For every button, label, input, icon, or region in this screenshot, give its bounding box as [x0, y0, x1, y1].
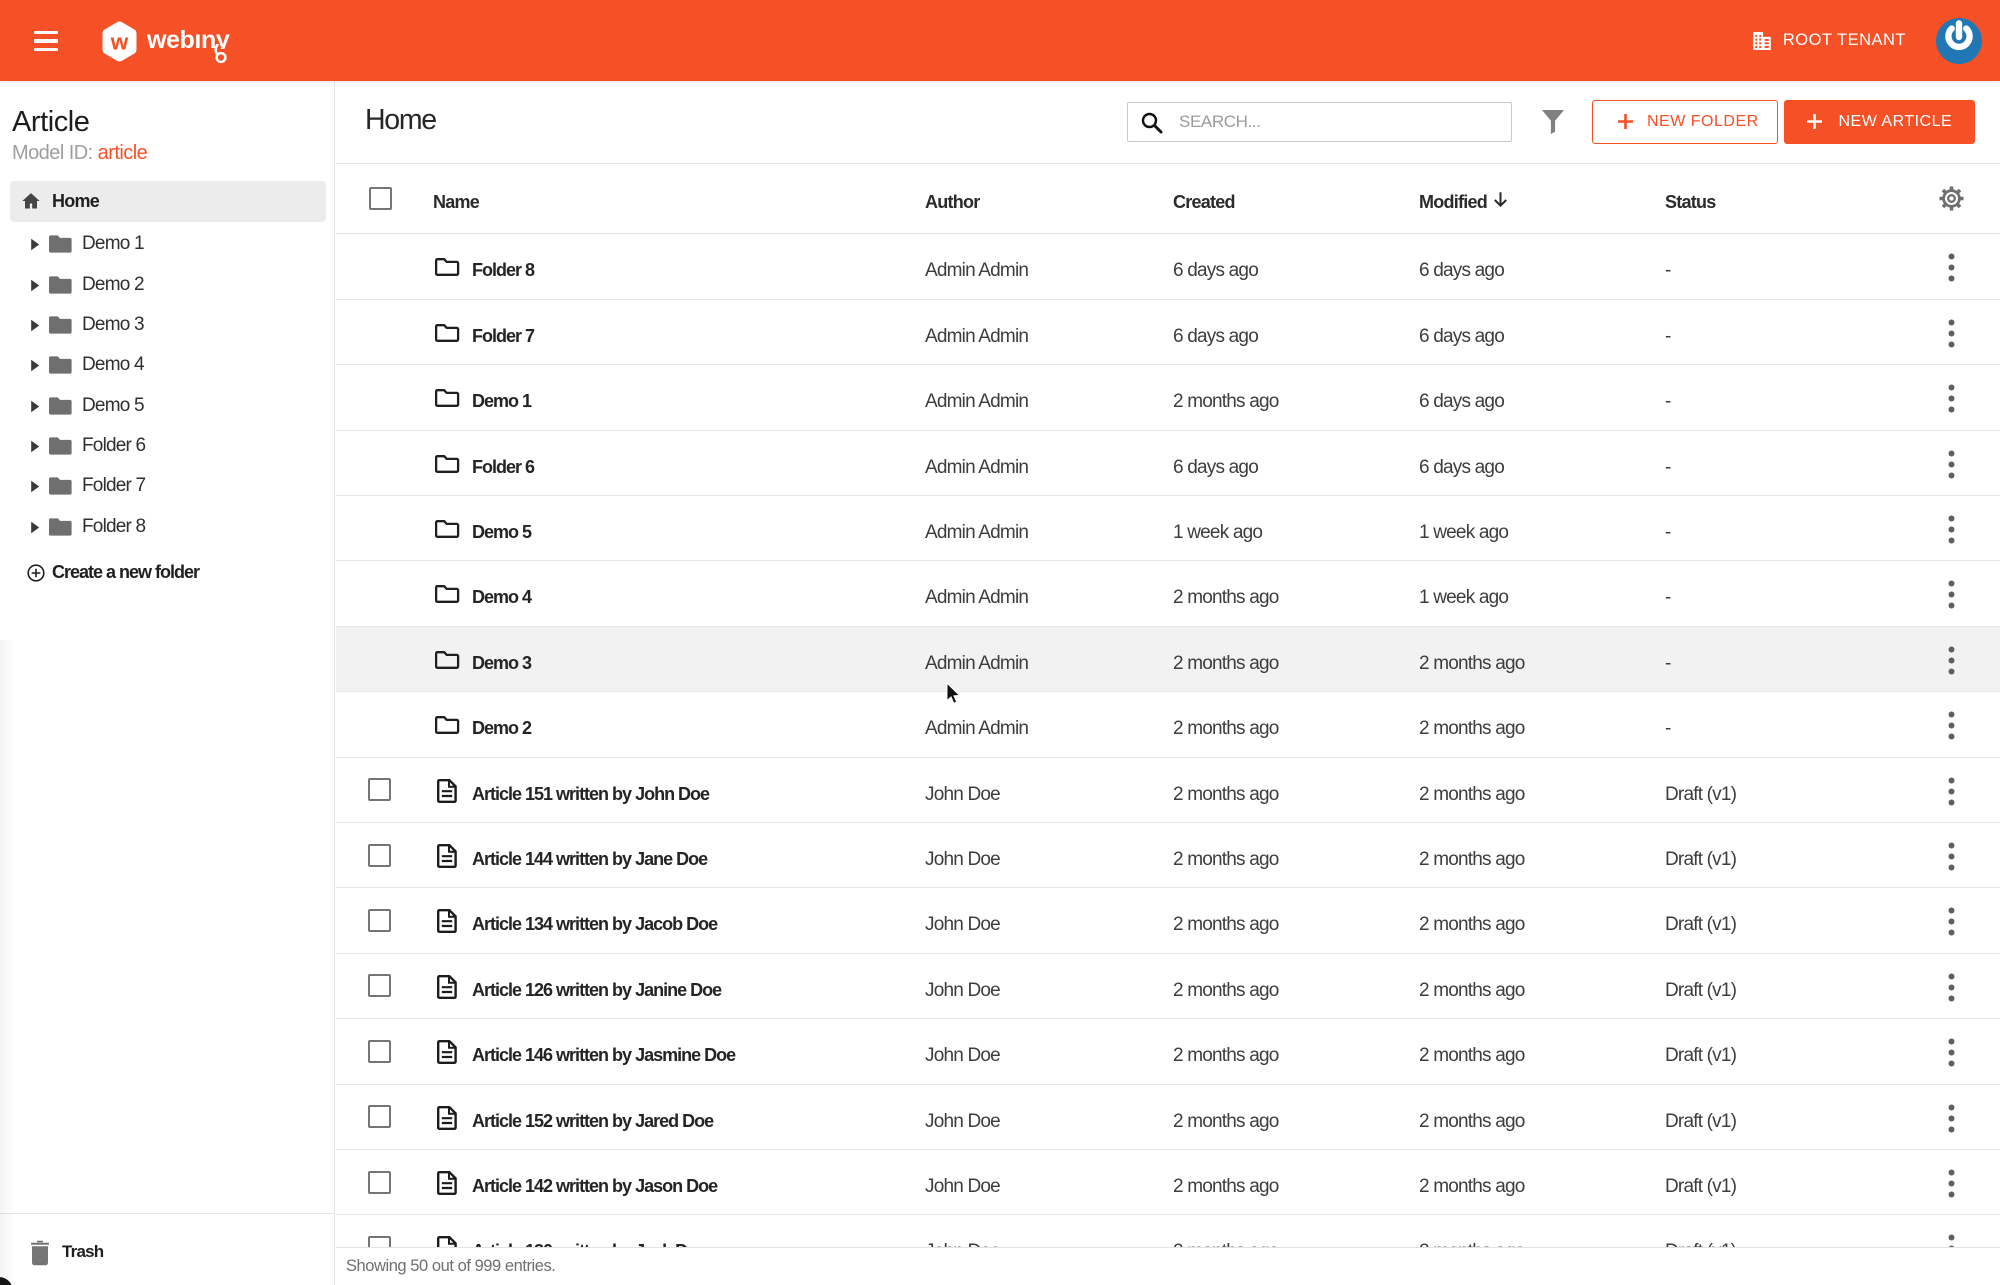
svg-text:w: w — [110, 30, 129, 55]
